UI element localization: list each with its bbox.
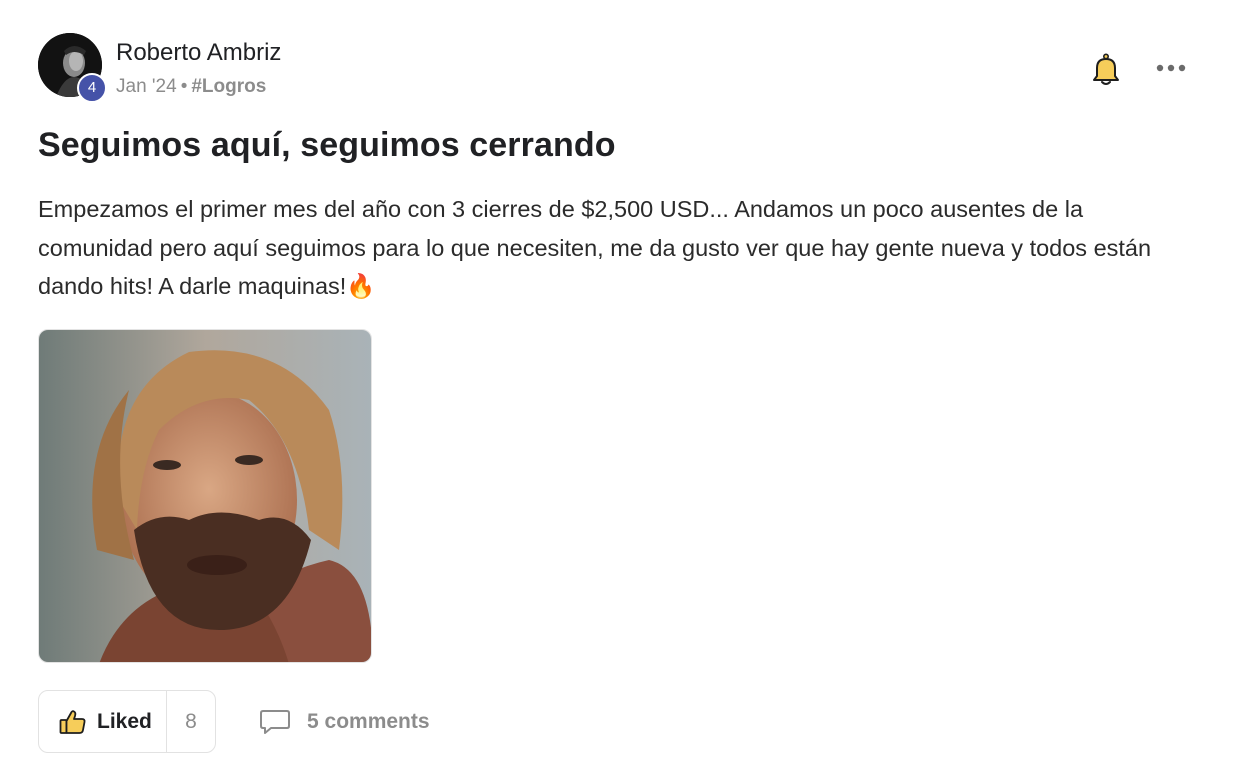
category-tag[interactable]: #Logros xyxy=(191,76,266,97)
comments-button[interactable]: 5 comments xyxy=(259,707,430,737)
post-meta: Jan '24 • #Logros xyxy=(116,76,266,98)
thumbs-up-icon xyxy=(59,709,87,735)
meta-separator: • xyxy=(180,76,188,97)
bell-icon[interactable] xyxy=(1092,53,1120,87)
level-badge: 4 xyxy=(77,73,107,103)
post-body: Empezamos el primer mes del año con 3 ci… xyxy=(38,196,1152,299)
post-header: 4 Roberto Ambriz Jan '24 • #Logros xyxy=(38,33,1208,103)
comments-label: 5 comments xyxy=(307,710,430,733)
comment-bubble-icon xyxy=(259,708,291,736)
post-card: 4 Roberto Ambriz Jan '24 • #Logros Seguimo… xyxy=(38,33,1208,753)
like-label: Liked xyxy=(97,709,152,733)
post-title: Seguimos aquí, seguimos cerrando xyxy=(38,126,616,164)
post-gif-image[interactable] xyxy=(38,329,372,663)
like-count[interactable]: 8 xyxy=(167,710,215,734)
more-horizontal-icon[interactable] xyxy=(1154,58,1188,78)
like-button[interactable]: Liked xyxy=(39,691,167,752)
post-date[interactable]: Jan '24 xyxy=(116,76,177,97)
gif-image xyxy=(39,330,371,662)
author-name[interactable]: Roberto Ambriz xyxy=(116,39,281,67)
like-control: Liked 8 xyxy=(38,690,216,753)
